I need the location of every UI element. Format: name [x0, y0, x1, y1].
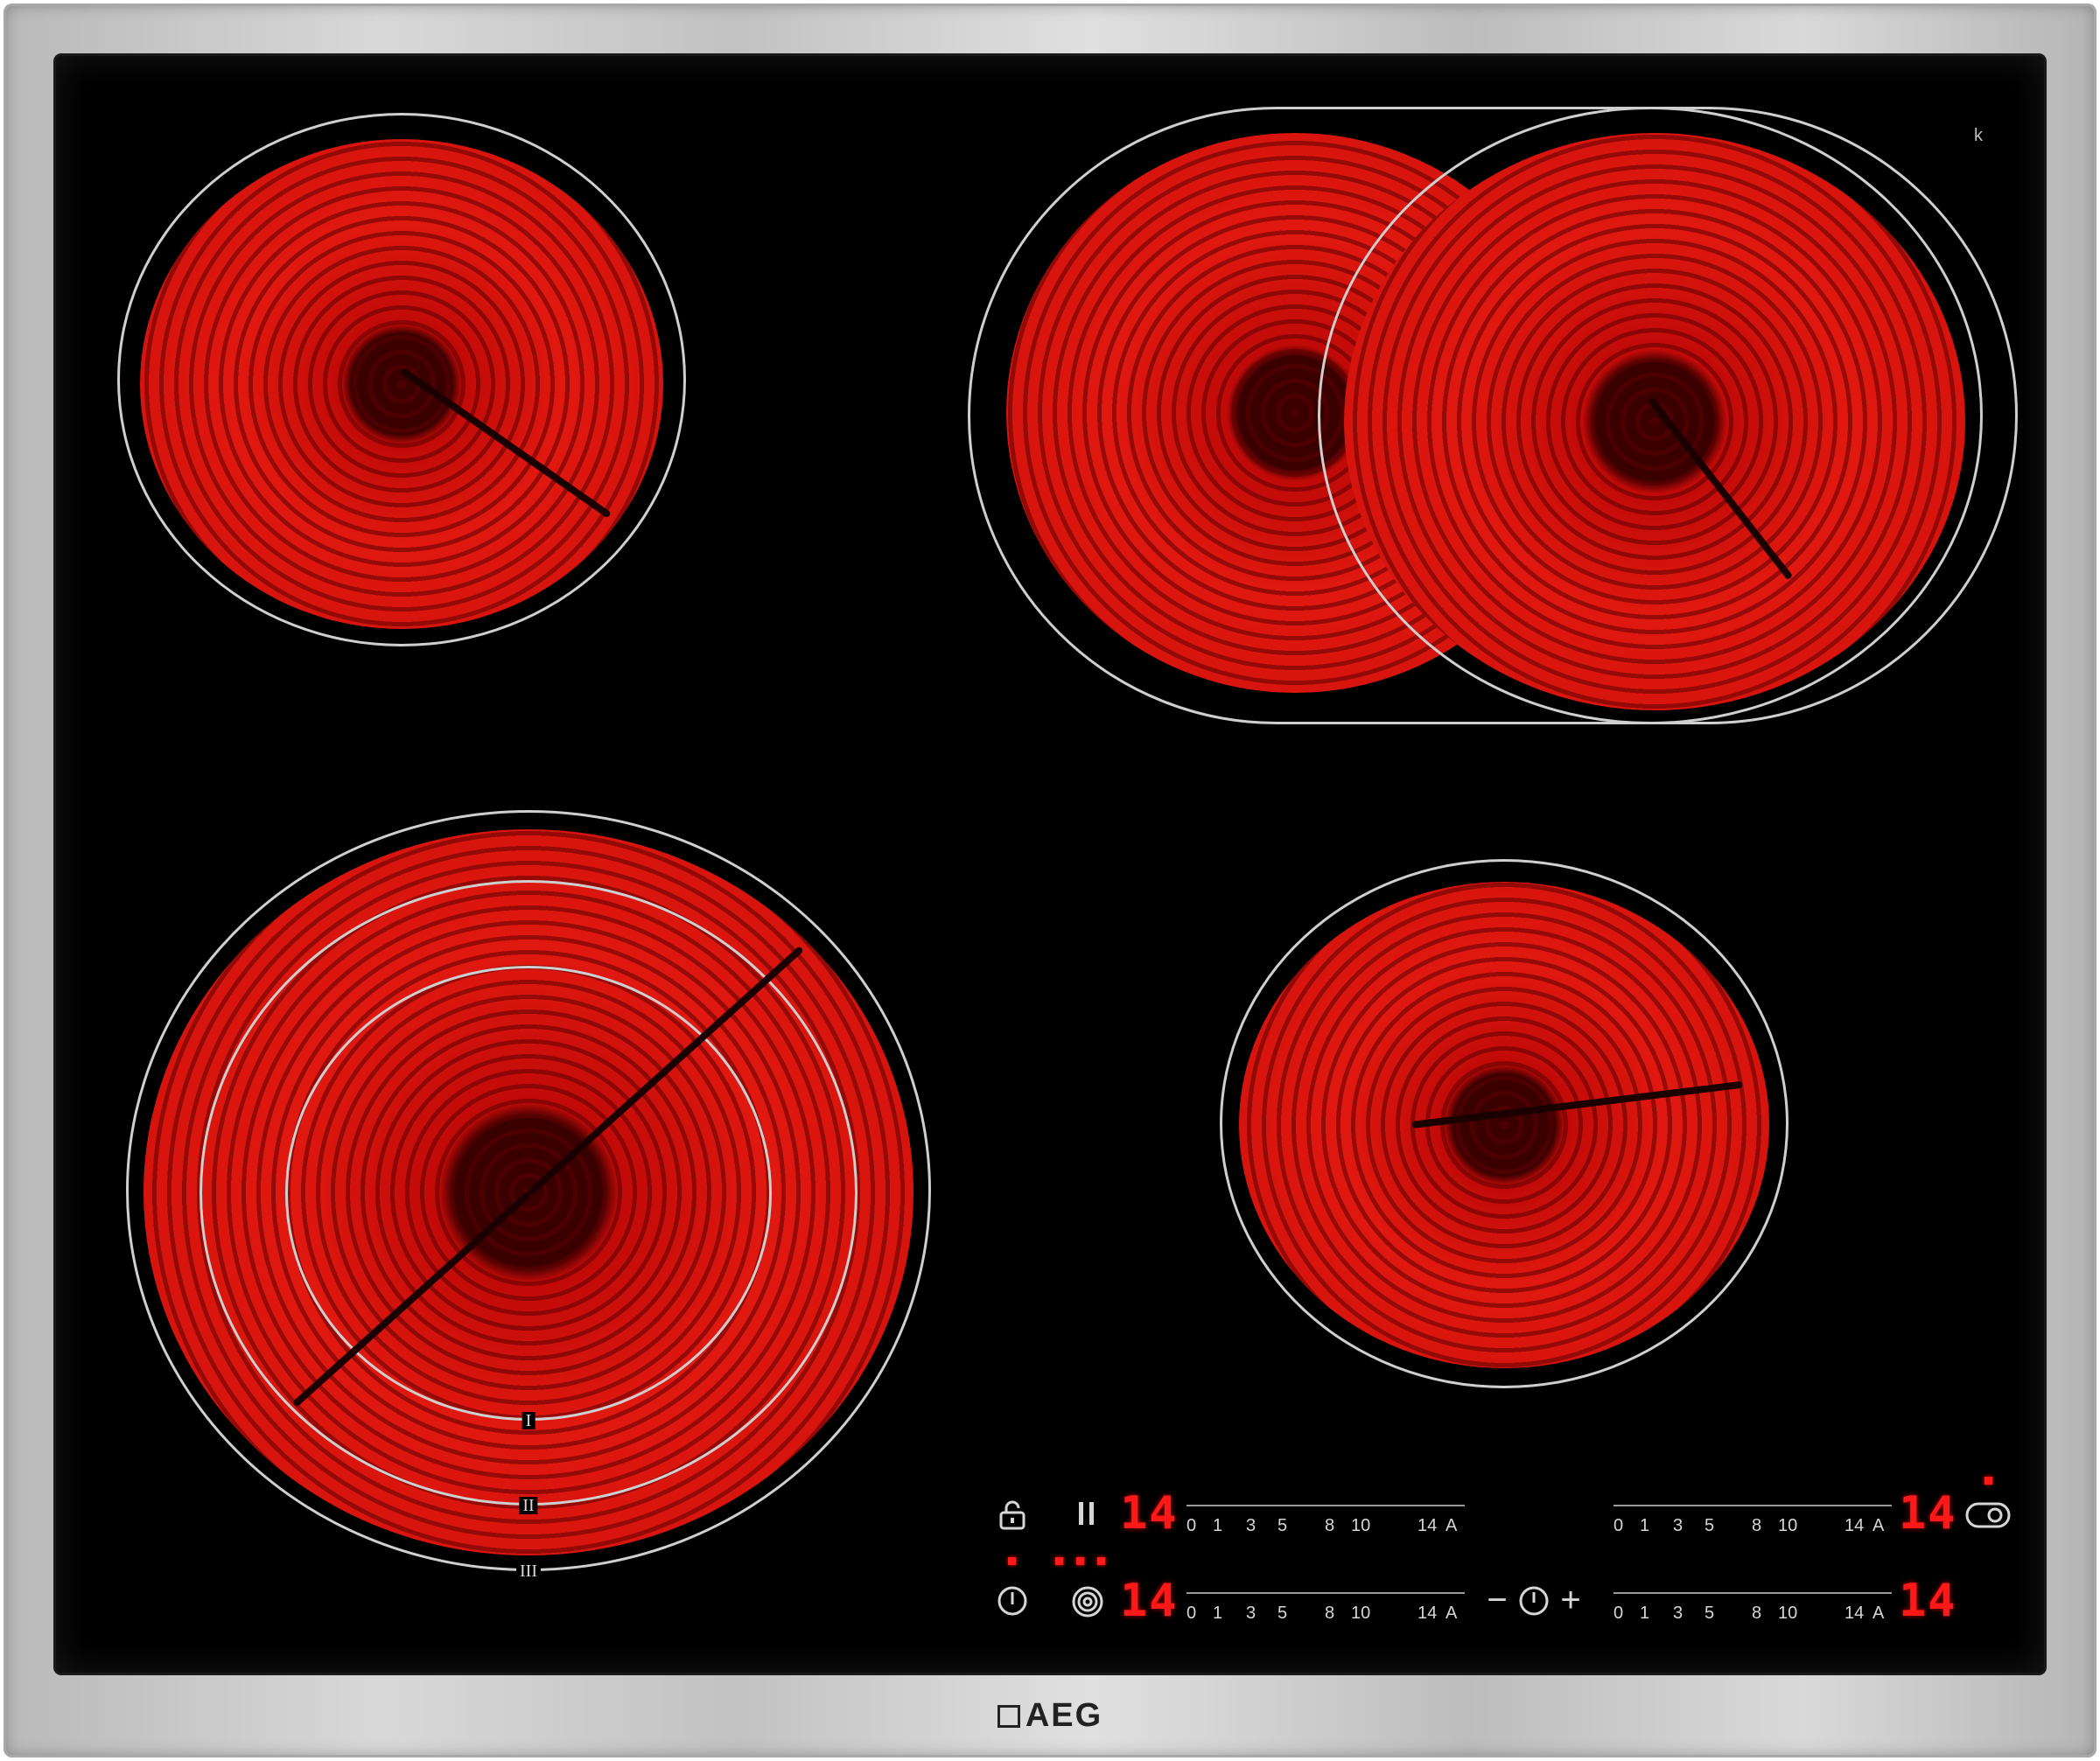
scale-label: 10 [1351, 1516, 1371, 1535]
scale-label: 14 [1844, 1604, 1865, 1623]
bridge-icon[interactable] [1964, 1501, 2012, 1534]
slider-track [1186, 1505, 1465, 1506]
cooking-zone-rear-right-oval[interactable] [968, 107, 2018, 724]
power-slider-front-right[interactable]: 0 1 3 5 8 10 14 A [1614, 1589, 1892, 1636]
scale-label: 10 [1351, 1604, 1371, 1623]
slider-scale: 0 1 3 5 8 10 14 A [1614, 1515, 1892, 1540]
lock-icon[interactable] [992, 1499, 1032, 1537]
scale-label: 1 [1640, 1516, 1650, 1535]
scale-label: 8 [1325, 1516, 1335, 1535]
scale-label: 0 [1614, 1604, 1624, 1623]
zone-outline [1220, 859, 1788, 1388]
scale-label: 5 [1704, 1516, 1715, 1535]
scale-label: 10 [1778, 1516, 1798, 1535]
round-zone-outline [1318, 107, 1983, 724]
cooking-zone-front-left-triple[interactable]: I II III [126, 810, 931, 1580]
scale-label: 5 [1278, 1516, 1288, 1535]
scale-label: 0 [1186, 1604, 1197, 1623]
lock-indicator-led [1008, 1557, 1016, 1565]
power-icon[interactable] [992, 1585, 1032, 1623]
ring-label-2: II [519, 1497, 538, 1514]
slider-scale: 0 1 3 5 8 10 14 A [1186, 1603, 1465, 1627]
scale-label: 5 [1278, 1604, 1288, 1623]
zone-indicator-led [1055, 1557, 1063, 1565]
power-display-front-left: 14 [1120, 1575, 1179, 1627]
cooktop: k I II III 14 0 1 3 5 8 10 14 A 0 1 3 5 … [0, 0, 2100, 1761]
power-display-rear-right: 14 [1899, 1487, 1957, 1540]
zone-indicator-led [1097, 1557, 1105, 1565]
scale-label: 0 [1614, 1516, 1624, 1535]
scale-label: 8 [1325, 1604, 1335, 1623]
scale-label: 8 [1752, 1516, 1762, 1535]
scale-label: 14 [1844, 1516, 1865, 1535]
scale-label: A [1872, 1604, 1885, 1623]
power-display-front-right: 14 [1899, 1575, 1957, 1627]
slider-track [1614, 1592, 1892, 1594]
scale-label: 1 [1640, 1604, 1650, 1623]
timer-plus-button[interactable]: + [1556, 1583, 1586, 1618]
cooking-zone-rear-left[interactable] [117, 113, 686, 646]
power-slider-rear-right[interactable]: 0 1 3 5 8 10 14 A [1614, 1501, 1892, 1548]
ring-label-3: III [516, 1562, 541, 1580]
scale-label: 3 [1673, 1516, 1684, 1535]
scale-label: 8 [1752, 1604, 1762, 1623]
scale-label: 3 [1246, 1604, 1256, 1623]
scale-label: 3 [1246, 1516, 1256, 1535]
slider-track [1186, 1592, 1465, 1594]
power-slider-rear-left[interactable]: 0 1 3 5 8 10 14 A [1186, 1501, 1465, 1548]
scale-label: 5 [1704, 1604, 1715, 1623]
slider-scale: 0 1 3 5 8 10 14 A [1614, 1603, 1892, 1627]
scale-label: A [1446, 1604, 1458, 1623]
pause-icon[interactable] [1069, 1499, 1104, 1533]
scale-label: 3 [1673, 1604, 1684, 1623]
cooking-zone-front-right[interactable] [1220, 859, 1788, 1388]
logo-glyph [997, 1705, 1020, 1728]
scale-label: 10 [1778, 1604, 1798, 1623]
zone-indicator-led [1076, 1557, 1084, 1565]
scale-label: A [1872, 1516, 1885, 1535]
logo-text: AEG [1025, 1697, 1103, 1734]
scale-label: 14 [1418, 1604, 1438, 1623]
ring-label-1: I [522, 1412, 536, 1429]
slider-track [1614, 1505, 1892, 1506]
scale-label: A [1446, 1516, 1458, 1535]
timer-minus-button[interactable]: − [1482, 1583, 1512, 1618]
power-display-rear-left: 14 [1120, 1487, 1179, 1540]
ceramic-glass-surface: k I II III 14 0 1 3 5 8 10 14 A 0 1 3 5 … [56, 56, 2044, 1673]
circle-zone-icon[interactable] [1068, 1585, 1108, 1625]
power-slider-front-left[interactable]: 0 1 3 5 8 10 14 A [1186, 1589, 1465, 1636]
scale-label: 0 [1186, 1516, 1197, 1535]
bridge-indicator-led [1984, 1477, 1992, 1485]
scale-label: 1 [1213, 1604, 1223, 1623]
scale-label: 1 [1213, 1516, 1223, 1535]
timer-icon[interactable] [1514, 1585, 1554, 1623]
brand-logo: AEG [0, 1697, 2100, 1735]
scale-label: 14 [1418, 1516, 1438, 1535]
zone-outline [117, 113, 686, 646]
slider-scale: 0 1 3 5 8 10 14 A [1186, 1515, 1465, 1540]
